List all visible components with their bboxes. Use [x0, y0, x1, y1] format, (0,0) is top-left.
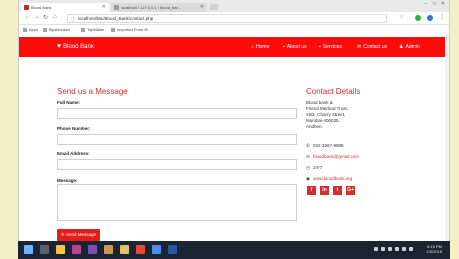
network-icon[interactable]	[388, 247, 392, 251]
clock-icon: ◷	[306, 165, 310, 170]
site-navbar: ♥ Blood Bank ⌂ Home ▪ About us ▪ Services ✉ C…	[19, 37, 449, 57]
taskbar-clock[interactable]: 8:15 PM 1/5/2018	[426, 244, 442, 254]
bookmark-icon	[81, 27, 85, 32]
bookmark-item[interactable]: Bjortzonsen	[43, 25, 70, 34]
tab-blood-bank[interactable]: Blood Bank ✕	[21, 3, 109, 12]
file-explorer-icon[interactable]	[56, 245, 65, 254]
full-name-label: Full Name:	[57, 100, 81, 105]
tab-phpmyadmin[interactable]: localhost / 127.0.0.1 / blood_bar... ✕	[111, 3, 207, 12]
message-textarea[interactable]	[57, 184, 297, 221]
page-scrollbar[interactable]	[445, 34, 449, 241]
info-icon: ▪	[283, 44, 285, 50]
folder-icon[interactable]	[120, 245, 129, 254]
tab-strip: Blood Bank ✕ localhost / 127.0.0.1 / blo…	[19, 0, 449, 12]
form-heading: Send us a Message	[57, 87, 128, 96]
nav-about-us[interactable]: ▪ About us	[283, 44, 307, 50]
facebook-icon[interactable]: f	[307, 186, 316, 195]
bookmark-item[interactable]: Imported From IE	[111, 25, 148, 34]
tab-title: Blood Bank	[31, 5, 52, 10]
tab-title: localhost / 127.0.0.1 / blood_bar...	[121, 5, 182, 10]
email-field[interactable]	[57, 159, 297, 170]
bookmark-item[interactable]: TopMaker	[81, 25, 105, 34]
app-icon[interactable]	[104, 245, 113, 254]
keyboard-icon[interactable]	[409, 247, 413, 251]
volume-icon[interactable]	[395, 247, 399, 251]
menu-dots-icon[interactable]: ⋮	[439, 13, 445, 20]
browser-toolbar: ← → ↻ ⌂ ⓘ localhost/ML/Blood_Bank/contac…	[19, 12, 449, 25]
brand-logo[interactable]: ♥ Blood Bank	[57, 43, 94, 50]
home-icon: ⌂	[251, 44, 255, 50]
email-label: Email Address:	[57, 151, 90, 156]
close-icon[interactable]: ✕	[200, 3, 204, 12]
extension-icon[interactable]	[415, 15, 421, 21]
address-text: localhost/ML/Blood_Bank/contact.php	[78, 16, 154, 21]
phone-field[interactable]	[57, 134, 297, 145]
word-icon[interactable]	[168, 245, 177, 254]
message-label: Message:	[57, 178, 78, 183]
forward-arrow-icon[interactable]: →	[34, 14, 40, 20]
app-icon[interactable]	[136, 245, 145, 254]
contact-heading: Contact Details	[306, 87, 361, 96]
tray-icon[interactable]	[381, 247, 385, 251]
envelope-icon: ✉	[306, 154, 310, 159]
send-message-button[interactable]: ✈ Send Message	[57, 229, 100, 241]
bookmark-apps[interactable]: Apps	[23, 25, 38, 34]
phone-label: Phone Number:	[57, 126, 91, 131]
heart-icon: ♥	[57, 43, 62, 50]
new-tab-button[interactable]	[208, 4, 220, 10]
home-icon[interactable]: ⌂	[53, 14, 57, 20]
envelope-icon: ✉	[357, 44, 362, 50]
user-icon: ♟	[399, 44, 404, 50]
full-name-field[interactable]	[57, 108, 297, 119]
globe-icon: ◉	[306, 176, 310, 181]
apps-grid-icon	[23, 27, 27, 32]
contact-phone: ✆ 022-2567-9988	[306, 143, 344, 148]
briefcase-icon: ▪	[319, 44, 321, 50]
info-icon: ⓘ	[71, 17, 76, 22]
blood-drop-favicon-icon	[24, 5, 29, 10]
contact-website[interactable]: ◉ www.bloodbank.org	[306, 176, 352, 182]
folder-icon	[111, 27, 115, 32]
phone-icon: ✆	[306, 143, 310, 148]
app-icon[interactable]	[72, 245, 81, 254]
close-icon[interactable]: ✕	[102, 3, 106, 12]
nav-contact-us[interactable]: ✉ Contact us	[357, 44, 387, 50]
contact-email[interactable]: ✉ bloodbank@gmail.com	[306, 154, 359, 160]
battery-icon[interactable]	[402, 247, 406, 251]
nav-admin[interactable]: ♟ Admin	[399, 44, 420, 50]
contact-address: Blood bank & Friend Medical Trust, 19/2 …	[306, 100, 349, 129]
maximize-icon[interactable]: □	[433, 1, 436, 7]
search-icon[interactable]	[40, 245, 49, 254]
minimize-icon[interactable]: –	[424, 1, 427, 7]
star-icon[interactable]: ☆	[399, 13, 404, 20]
chrome-icon[interactable]	[152, 245, 161, 254]
app-icon[interactable]	[88, 245, 97, 254]
bookmarks-bar: Apps Bjortzonsen TopMaker Imported From …	[19, 25, 449, 34]
reload-icon[interactable]: ↻	[43, 14, 48, 21]
page-content: Send us a Message Full Name: Phone Numbe…	[19, 57, 449, 241]
nav-services[interactable]: ▪ Services	[319, 44, 342, 50]
tray-icon[interactable]	[374, 247, 378, 251]
twitter-icon[interactable]: t	[333, 186, 342, 195]
bookmark-icon	[43, 27, 47, 32]
linkedin-icon[interactable]: in	[320, 186, 329, 195]
back-arrow-icon[interactable]: ←	[25, 14, 31, 20]
browser-window: Blood Bank ✕ localhost / 127.0.0.1 / blo…	[18, 0, 450, 241]
close-window-icon[interactable]: ✕	[441, 1, 445, 7]
google-plus-icon[interactable]: G+	[346, 186, 355, 195]
windows-start-icon[interactable]	[24, 245, 33, 254]
address-bar[interactable]: ⓘ localhost/ML/Blood_Bank/contact.php	[67, 14, 387, 23]
contact-hours: ◷ 24*7	[306, 165, 323, 170]
nav-home[interactable]: ⌂ Home	[251, 44, 269, 50]
windows-taskbar: 8:15 PM 1/5/2018	[18, 241, 450, 259]
profile-icon[interactable]	[427, 15, 433, 21]
page-favicon-icon	[114, 5, 119, 10]
